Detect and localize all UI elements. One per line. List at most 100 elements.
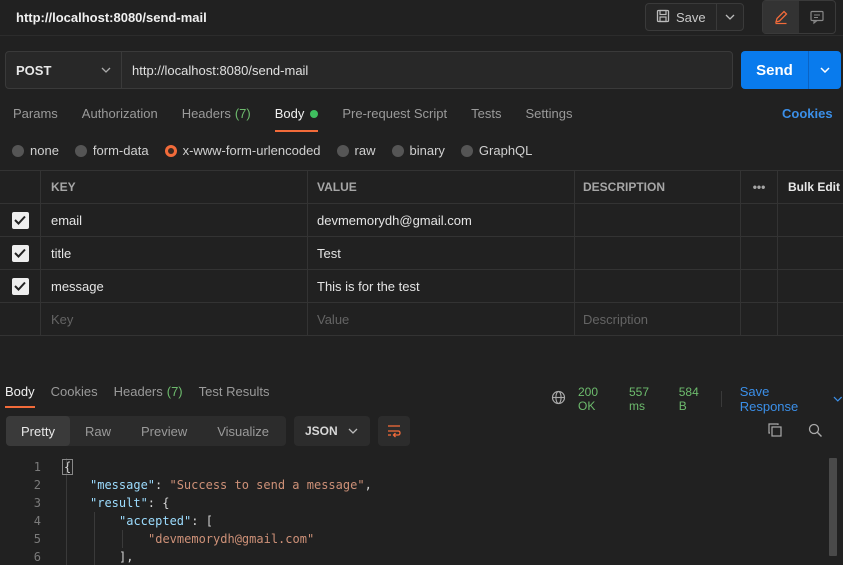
tab-response-headers[interactable]: Headers (7) (114, 384, 183, 408)
radio-x-www-form-urlencoded[interactable]: x-www-form-urlencoded (164, 143, 321, 158)
code-token: "Success to send a message" (169, 478, 365, 492)
view-preview[interactable]: Preview (126, 416, 202, 446)
save-label: Save (676, 9, 706, 25)
line-number: 1 (33, 460, 41, 474)
view-visualize[interactable]: Visualize (202, 416, 284, 446)
description-placeholder: Description (583, 311, 649, 327)
wrap-lines-button[interactable] (378, 416, 410, 446)
chevron-down-icon (833, 396, 843, 402)
row-checkbox[interactable] (11, 277, 29, 295)
description-cell[interactable] (575, 270, 741, 302)
description-cell[interactable] (575, 237, 741, 269)
view-raw[interactable]: Raw (70, 416, 126, 446)
comment-icon (810, 10, 824, 25)
radio-button-selected[interactable] (164, 144, 177, 157)
save-response-button[interactable]: Save Response (740, 384, 843, 414)
row-check-cell (0, 270, 41, 302)
save-response-label: Save Response (739, 384, 799, 414)
send-button[interactable]: Send (741, 51, 809, 89)
column-header-key: KEY (41, 171, 308, 203)
radio-binary[interactable]: binary (391, 143, 445, 158)
key-cell[interactable]: title (41, 237, 308, 269)
tab-params[interactable]: Params (13, 106, 58, 132)
tab-response-body[interactable]: Body (5, 384, 35, 408)
search-button[interactable] (808, 423, 823, 441)
row-spacer (741, 204, 778, 236)
column-header-value: VALUE (308, 171, 575, 203)
tab-label: Headers (181, 106, 231, 121)
tab-body[interactable]: Body (274, 106, 319, 132)
url-bar: POST (5, 51, 733, 89)
edit-mode-button[interactable] (763, 1, 799, 33)
tab-response-cookies[interactable]: Cookies (51, 384, 98, 408)
cookies-link[interactable]: Cookies (782, 106, 833, 121)
tab-authorization[interactable]: Authorization (82, 106, 158, 132)
row-spacer (778, 237, 843, 269)
response-size[interactable]: 584 B (679, 385, 709, 413)
row-check-cell (0, 303, 41, 335)
line-number: 2 (33, 478, 41, 492)
response-body-code[interactable]: 1 { 2 "message": "Success to send a mess… (0, 458, 843, 565)
value-cell[interactable]: devmemorydh@gmail.com (308, 204, 575, 236)
view-pretty[interactable]: Pretty (6, 416, 70, 446)
code-token: "accepted" (119, 514, 192, 528)
radio-button[interactable] (74, 144, 87, 157)
tab-pre-request-script[interactable]: Pre-request Script (342, 106, 447, 132)
radio-raw[interactable]: raw (336, 143, 376, 158)
value-placeholder: Value (317, 311, 350, 327)
code-text: { (62, 459, 74, 475)
wrap-lines-icon (388, 425, 401, 438)
tab-tests[interactable]: Tests (471, 106, 501, 132)
code-token: ], (119, 550, 134, 564)
row-spacer (741, 270, 778, 302)
line-number: 3 (33, 496, 41, 510)
save-button[interactable]: Save (646, 4, 717, 30)
value-cell[interactable]: Test (308, 237, 575, 269)
pencil-icon (775, 10, 788, 25)
request-title[interactable]: http://localhost:8080/send-mail (16, 10, 207, 25)
value-cell[interactable]: This is for the test (308, 270, 575, 302)
radio-none[interactable]: none (12, 143, 59, 158)
send-button-group: Send (741, 51, 841, 89)
scrollbar-thumb[interactable] (829, 458, 837, 556)
table-row: title Test (0, 237, 843, 270)
key-input-cell[interactable]: Key (41, 303, 308, 335)
table-row: email devmemorydh@gmail.com (0, 204, 843, 237)
radio-button[interactable] (12, 144, 24, 157)
save-button-group: Save (645, 3, 744, 31)
value-text: This is for the test (317, 278, 420, 294)
tab-headers[interactable]: Headers (7) (182, 106, 251, 132)
tab-test-results[interactable]: Test Results (199, 384, 270, 408)
row-check-cell (0, 237, 41, 269)
row-checkbox[interactable] (11, 244, 29, 262)
radio-label: GraphQL (478, 143, 533, 158)
comments-mode-button[interactable] (799, 1, 835, 33)
radio-button[interactable] (336, 144, 349, 157)
bulk-edit-button[interactable]: Bulk Edit (778, 171, 843, 203)
status-code[interactable]: 200 OK (578, 385, 617, 413)
description-input-cell[interactable]: Description (575, 303, 741, 335)
radio-button[interactable] (391, 144, 404, 157)
globe-icon[interactable] (551, 390, 566, 408)
radio-button[interactable] (460, 144, 473, 157)
format-select[interactable]: JSON (294, 416, 370, 446)
save-options-dropdown[interactable] (717, 4, 743, 30)
tab-settings[interactable]: Settings (525, 106, 572, 132)
copy-button[interactable] (767, 422, 783, 441)
send-options-dropdown[interactable] (809, 51, 841, 89)
divider (720, 391, 722, 407)
response-time[interactable]: 557 ms (629, 385, 667, 413)
row-checkbox[interactable] (11, 211, 29, 229)
radio-form-data[interactable]: form-data (74, 143, 149, 158)
description-cell[interactable] (575, 204, 741, 236)
value-input-cell[interactable]: Value (308, 303, 575, 335)
key-cell[interactable]: email (41, 204, 308, 236)
tab-label: Pre-request Script (342, 106, 448, 121)
code-scrollbar[interactable] (829, 458, 837, 565)
more-options-button[interactable]: ••• (741, 171, 778, 203)
url-input[interactable] (122, 52, 732, 88)
key-cell[interactable]: message (41, 270, 308, 302)
method-select[interactable]: POST (6, 52, 122, 88)
radio-graphql[interactable]: GraphQL (460, 143, 533, 158)
response-view-selector: Pretty Raw Preview Visualize (6, 416, 286, 446)
